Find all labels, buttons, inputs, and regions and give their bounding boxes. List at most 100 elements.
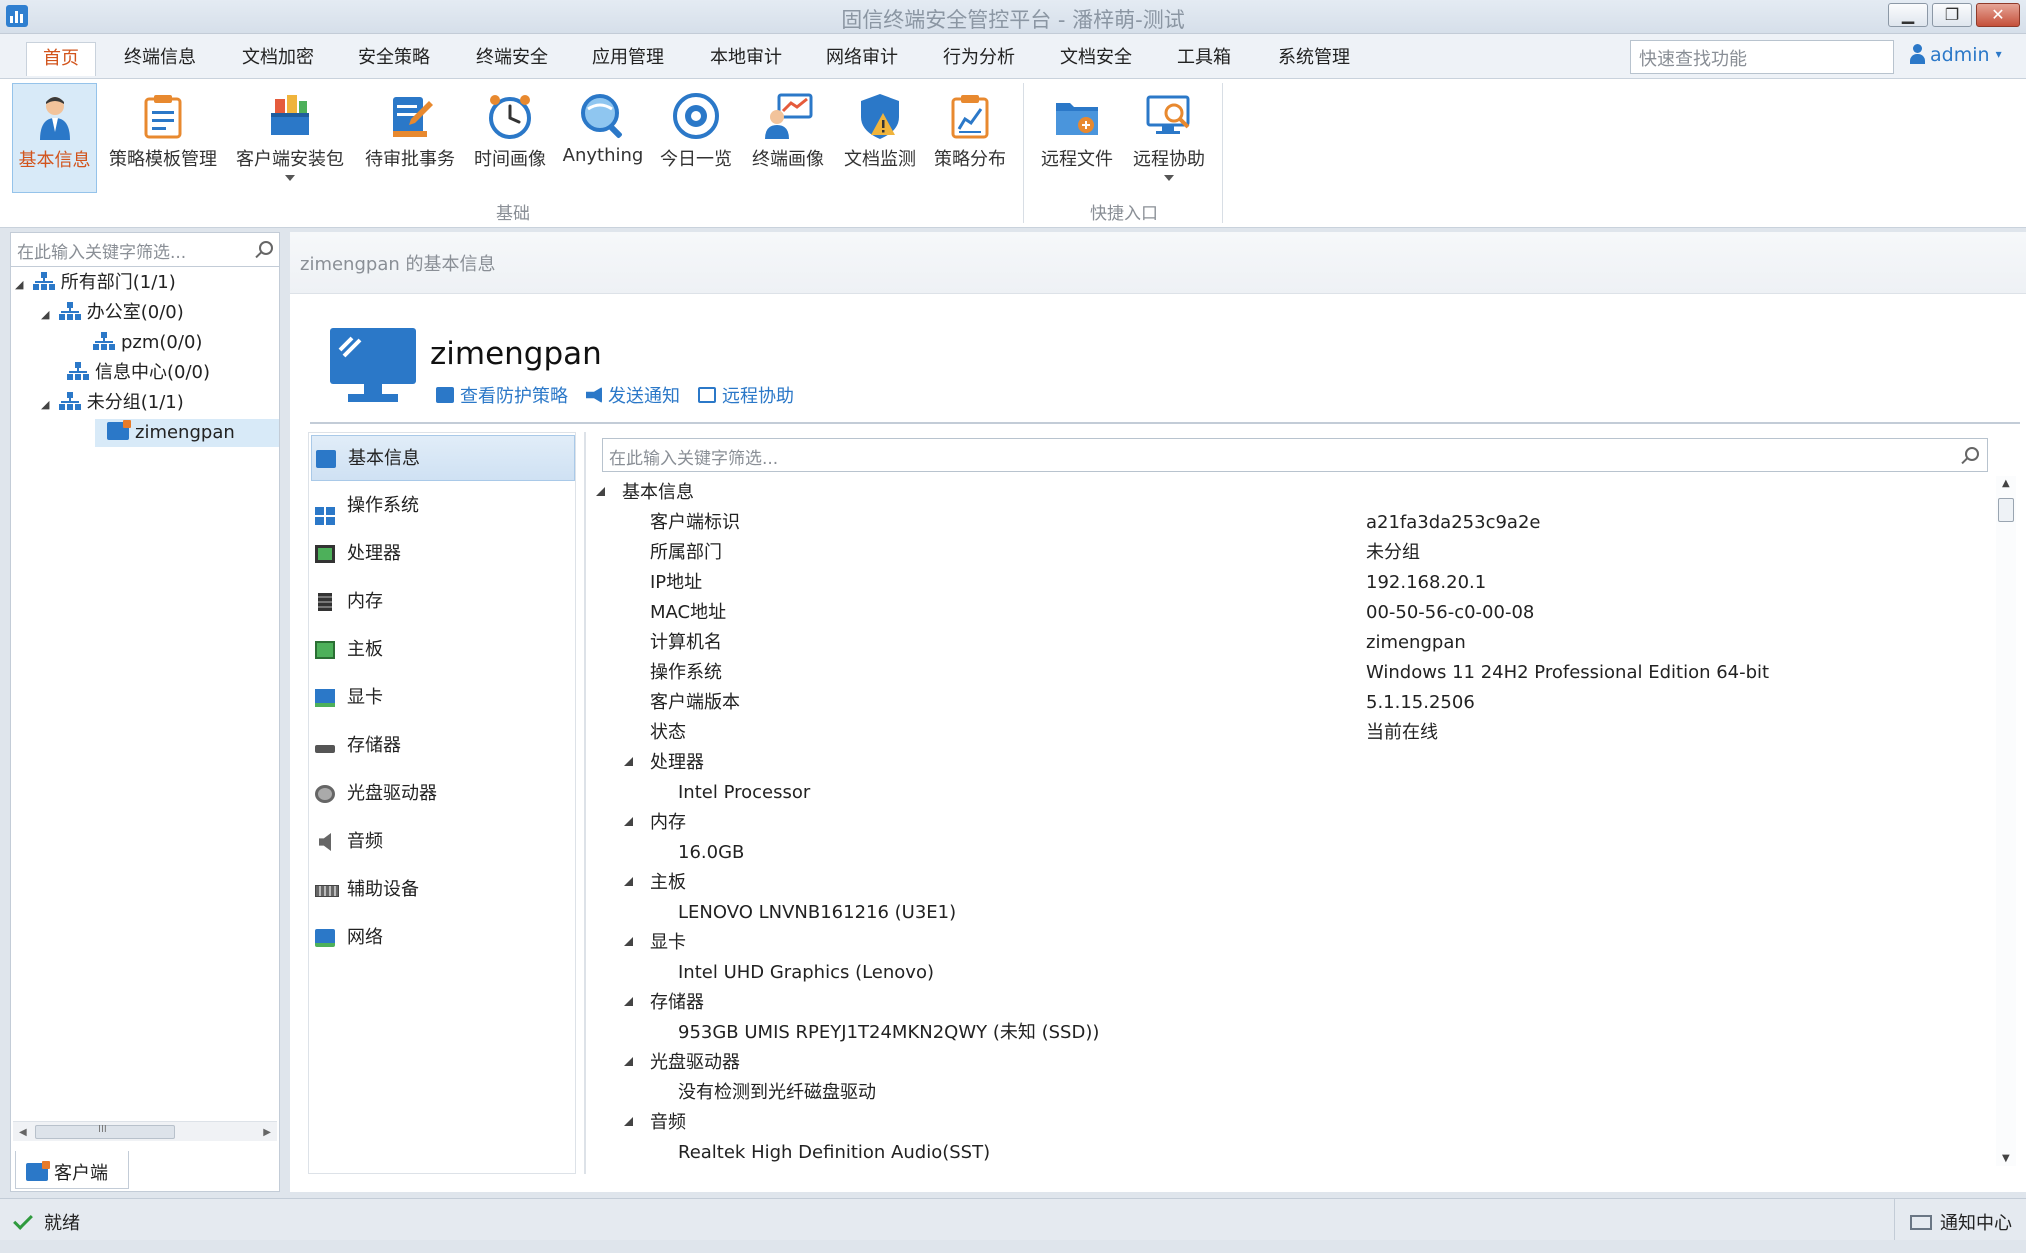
minimize-button[interactable]: ▁ xyxy=(1888,3,1928,27)
ribbon-basic-info[interactable]: 基本信息 xyxy=(12,83,97,193)
search-icon[interactable] xyxy=(1965,447,1979,461)
ribbon-policy-distribution[interactable]: 策略分布 xyxy=(928,83,1012,193)
expand-triangle-icon[interactable] xyxy=(624,1117,634,1127)
dropdown-arrow-icon[interactable] xyxy=(1164,175,1174,181)
scroll-left-icon[interactable]: ◀ xyxy=(19,1127,27,1138)
hardware-value: 没有检测到光纤磁盘驱动 xyxy=(678,1082,876,1103)
scroll-right-icon[interactable]: ▶ xyxy=(263,1127,271,1138)
category-cpu[interactable]: 处理器 xyxy=(311,531,575,577)
category-network[interactable]: 网络 xyxy=(311,915,575,961)
expand-triangle-icon[interactable]: ◢ xyxy=(41,391,53,419)
tree-node-ungrouped[interactable]: ◢ 未分组(1/1) xyxy=(41,389,277,417)
ribbon-separator xyxy=(1222,83,1223,223)
expand-triangle-icon[interactable] xyxy=(624,877,634,887)
tab-behavior-analysis[interactable]: 行为分析 xyxy=(931,42,1027,76)
username: admin xyxy=(1930,44,1990,66)
category-audio[interactable]: 音频 xyxy=(311,819,575,865)
detail-filter-input[interactable]: 在此输入关键字筛选... xyxy=(602,438,1988,472)
tab-terminal-info[interactable]: 终端信息 xyxy=(112,42,208,76)
tab-doc-encryption[interactable]: 文档加密 xyxy=(230,42,326,76)
category-storage[interactable]: 存储器 xyxy=(311,723,575,769)
graphics-card-icon xyxy=(315,689,335,707)
hardware-group[interactable]: 光盘驱动器 xyxy=(624,1048,740,1078)
close-button[interactable]: ✕ xyxy=(1976,3,2020,27)
tab-toolbox[interactable]: 工具箱 xyxy=(1164,42,1244,76)
expand-triangle-icon[interactable] xyxy=(624,757,634,767)
tab-client[interactable]: 客户端 xyxy=(15,1151,129,1189)
expand-triangle-icon[interactable] xyxy=(596,487,606,497)
ribbon-time-profile[interactable]: 时间画像 xyxy=(466,83,554,193)
category-os[interactable]: 操作系统 xyxy=(311,483,575,529)
property-key: IP地址 xyxy=(650,572,703,593)
scrollbar-thumb[interactable] xyxy=(1998,498,2014,522)
expand-triangle-icon[interactable] xyxy=(624,1057,634,1067)
view-protection-policy-link[interactable]: 查看防护策略 xyxy=(436,382,568,408)
category-optical-drive[interactable]: 光盘驱动器 xyxy=(311,771,575,817)
tab-network-audit[interactable]: 网络审计 xyxy=(814,42,910,76)
hardware-group[interactable]: 处理器 xyxy=(624,748,704,778)
category-memory[interactable]: 内存 xyxy=(311,579,575,625)
category-basic-info[interactable]: 基本信息 xyxy=(311,435,575,481)
speaker-icon xyxy=(319,833,331,851)
ribbon: 基本信息 策略模板管理 客户端安装包 待审批事务 时间画像 Anything 今… xyxy=(0,78,2026,228)
status-bar: 就绪 通知中心 xyxy=(0,1198,2026,1241)
category-peripherals[interactable]: 辅助设备 xyxy=(311,867,575,913)
tree-node-zimengpan[interactable]: zimengpan xyxy=(95,419,279,447)
scroll-up-icon[interactable]: ▲ xyxy=(2002,478,2010,489)
tab-local-audit[interactable]: 本地审计 xyxy=(698,42,794,76)
remote-assist-link[interactable]: 远程协助 xyxy=(698,382,794,408)
expand-triangle-icon[interactable]: ◢ xyxy=(41,301,53,329)
ribbon-remote-assist[interactable]: 远程协助 xyxy=(1126,83,1212,193)
ribbon-pending-approval[interactable]: 待审批事务 xyxy=(360,83,460,193)
category-graphics[interactable]: 显卡 xyxy=(311,675,575,721)
vertical-scrollbar[interactable]: ▲ ▼ xyxy=(1996,476,2016,1166)
ribbon-anything[interactable]: Anything xyxy=(560,83,646,193)
package-icon xyxy=(271,95,309,135)
search-icon[interactable] xyxy=(259,241,273,255)
computer-icon xyxy=(330,328,416,402)
ribbon-group-label-shortcuts: 快捷入口 xyxy=(1090,204,1158,224)
restore-button[interactable]: ❐ xyxy=(1932,3,1972,27)
ribbon-doc-monitoring[interactable]: 文档监测 xyxy=(838,83,922,193)
tab-home[interactable]: 首页 xyxy=(26,42,96,76)
scrollbar-thumb[interactable]: III xyxy=(35,1124,175,1139)
tab-terminal-security[interactable]: 终端安全 xyxy=(464,42,560,76)
expand-triangle-icon[interactable]: ◢ xyxy=(15,271,27,299)
hardware-category-list: 基本信息 操作系统 处理器 内存 主板 显卡 存储器 光盘驱动器 音频 辅助设备 xyxy=(308,432,576,1174)
ribbon-template-management[interactable]: 策略模板管理 xyxy=(106,83,220,193)
tree-filter-input[interactable]: 在此输入关键字筛选... xyxy=(11,233,279,267)
dropdown-arrow-icon[interactable] xyxy=(285,175,295,181)
tab-security-policy[interactable]: 安全策略 xyxy=(346,42,442,76)
hardware-group[interactable]: 主板 xyxy=(624,868,686,898)
hardware-group[interactable]: 音频 xyxy=(624,1108,686,1138)
tab-system-management[interactable]: 系统管理 xyxy=(1266,42,1362,76)
horizontal-scrollbar[interactable]: ◀ III ▶ xyxy=(13,1121,277,1141)
monitor-icon xyxy=(316,450,336,468)
property-value: 00-50-56-c0-00-08 xyxy=(1366,602,1535,623)
expand-triangle-icon[interactable] xyxy=(624,817,634,827)
hardware-group[interactable]: 存储器 xyxy=(624,988,704,1018)
category-motherboard[interactable]: 主板 xyxy=(311,627,575,673)
ribbon-terminal-profile[interactable]: 终端画像 xyxy=(744,83,832,193)
tree-node-office[interactable]: ◢ 办公室(0/0) xyxy=(41,299,277,327)
tree-node-pzm[interactable]: pzm(0/0) xyxy=(93,329,277,357)
user-menu[interactable]: admin ▾ xyxy=(1910,44,2002,66)
tree-node-all-departments[interactable]: ◢ 所有部门(1/1) xyxy=(15,269,277,297)
send-notification-link[interactable]: 发送通知 xyxy=(586,382,680,408)
tab-doc-security[interactable]: 文档安全 xyxy=(1048,42,1144,76)
title-bar: 固信终端安全管控平台 - 潘梓萌-测试 ▁ ❐ ✕ xyxy=(0,0,2026,34)
section-basic-info[interactable]: 基本信息 xyxy=(596,478,694,508)
hardware-group[interactable]: 内存 xyxy=(624,808,686,838)
notification-center-button[interactable]: 通知中心 xyxy=(1894,1199,2012,1241)
ribbon-client-package[interactable]: 客户端安装包 xyxy=(234,83,346,193)
ribbon-remote-files[interactable]: 远程文件 xyxy=(1034,83,1120,193)
quick-search-input[interactable]: 快速查找功能 xyxy=(1630,40,1894,74)
hardware-group[interactable]: 显卡 xyxy=(624,928,686,958)
expand-triangle-icon[interactable] xyxy=(624,937,634,947)
expand-triangle-icon[interactable] xyxy=(624,997,634,1007)
tree-node-info-center[interactable]: 信息中心(0/0) xyxy=(67,359,277,387)
remote-assist-icon xyxy=(698,387,716,403)
ribbon-today-overview[interactable]: 今日一览 xyxy=(654,83,738,193)
scroll-down-icon[interactable]: ▼ xyxy=(2002,1153,2010,1164)
tab-app-management[interactable]: 应用管理 xyxy=(580,42,676,76)
